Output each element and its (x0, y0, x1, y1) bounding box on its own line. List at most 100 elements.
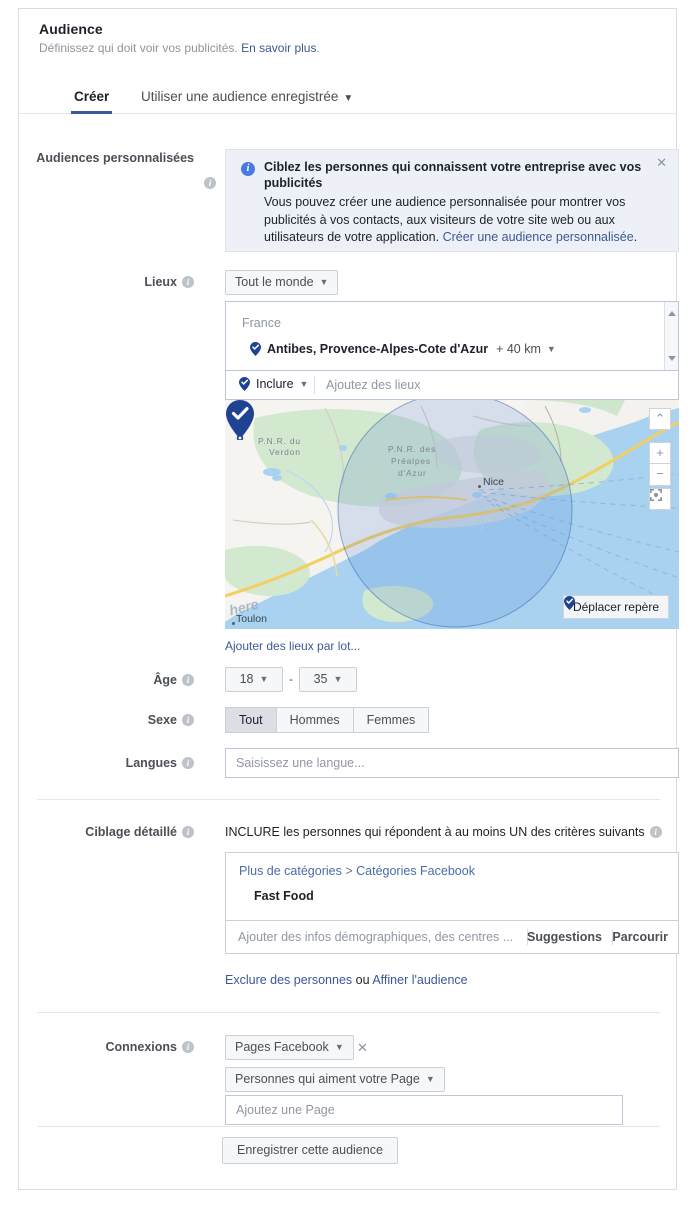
chevron-down-icon: ▼ (334, 1042, 344, 1052)
location-country: France (242, 316, 281, 330)
detailed-targeting-input-row: Ajouter des infos démographiques, des ce… (225, 921, 679, 954)
add-page-input[interactable]: Ajoutez une Page (225, 1095, 623, 1125)
divider (37, 1126, 660, 1127)
chevron-down-icon: ▼ (319, 277, 329, 287)
city-dot-toulon (232, 622, 235, 625)
connections-label: Connexions i (19, 1040, 194, 1054)
age-help-icon[interactable]: i (182, 674, 194, 686)
location-scope-dropdown[interactable]: Tout le monde ▼ (225, 270, 339, 295)
age-max-dropdown[interactable]: 35 ▼ (299, 667, 357, 692)
exclude-people-link[interactable]: Exclure des personnes (225, 973, 352, 987)
custom-audiences-label: Audiences personnalisées (19, 151, 194, 165)
age-label: Âge i (19, 673, 194, 687)
location-pin-icon (250, 342, 261, 356)
detailed-targeting-help-icon[interactable]: i (182, 826, 194, 838)
divider (37, 1012, 660, 1013)
location-map[interactable]: P.N.R. du Verdon P.N.R. des Préalpes d'A… (225, 400, 679, 629)
banner-period: . (633, 230, 638, 244)
map-zoom-in-button[interactable]: + (649, 442, 671, 464)
tab-create[interactable]: Créer (70, 81, 113, 114)
close-icon[interactable]: ✕ (656, 156, 667, 169)
suggestions-button[interactable]: Suggestions (527, 930, 602, 944)
detailed-targeting-label-text: Ciblage détaillé (85, 825, 177, 839)
detailed-targeting-heading-help-icon[interactable]: i (649, 826, 662, 838)
detailed-targeting-selection: Plus de catégories > Catégories Facebook… (225, 852, 679, 921)
gender-option-men[interactable]: Hommes (276, 707, 354, 733)
chevron-down-icon: ▼ (343, 93, 354, 104)
map-recenter-button[interactable] (649, 488, 671, 510)
detailed-targeting-links: Exclure des personnes ou Affiner l'audie… (225, 973, 468, 987)
age-label-text: Âge (153, 673, 177, 687)
plus-icon: + (656, 445, 664, 460)
custom-audiences-label-text: Audiences personnalisées (36, 151, 194, 165)
location-add-row: Inclure ▼ Ajoutez des lieux (225, 371, 679, 400)
page-title: Audience (39, 21, 103, 37)
save-audience-button[interactable]: Enregistrer cette audience (222, 1137, 398, 1164)
subtitle-text: Définissez qui doit voir vos publicités. (39, 41, 238, 55)
targeting-item-fast-food[interactable]: Fast Food (254, 889, 314, 903)
city-dot-nice (478, 485, 481, 488)
detailed-targeting-label: Ciblage détaillé i (19, 825, 194, 839)
location-radius-value: + 40 km (496, 342, 541, 356)
minus-icon: − (656, 466, 664, 481)
create-custom-audience-link[interactable]: Créer une audience personnalisée (443, 230, 634, 244)
languages-input[interactable]: Saisissez une langue... (225, 748, 679, 778)
connection-relation-dropdown[interactable]: Personnes qui aiment votre Page ▼ (225, 1067, 445, 1092)
gender-help-icon[interactable]: i (182, 714, 194, 726)
gender-option-all[interactable]: Tout (225, 707, 277, 733)
map-location-pin-icon[interactable] (225, 400, 255, 440)
fullscreen-icon (650, 489, 662, 501)
category-breadcrumb[interactable]: Plus de catégories > Catégories Facebook (239, 864, 475, 878)
add-location-input[interactable]: Ajoutez des lieux (326, 378, 421, 392)
tab-use-saved-audience[interactable]: Utiliser une audience enregistrée ▼ (141, 81, 353, 113)
breadcrumb-child[interactable]: Catégories Facebook (356, 864, 475, 878)
connections-label-text: Connexions (105, 1040, 177, 1054)
map-collapse-button[interactable]: ⌃ (649, 408, 671, 430)
age-min-dropdown[interactable]: 18 ▼ (225, 667, 283, 692)
custom-audiences-help-icon[interactable]: i (204, 177, 216, 189)
gender-label-text: Sexe (147, 713, 177, 727)
location-radius[interactable]: + 40 km ▼ (496, 342, 556, 356)
gender-option-women[interactable]: Femmes (353, 707, 430, 733)
location-list-item[interactable]: Antibes, Provence-Alpes-Cote d'Azur + 40 … (250, 342, 556, 356)
audience-settings-page: Audience Définissez qui doit voir vos pu… (0, 0, 695, 1208)
move-pin-label: Déplacer repère (572, 600, 659, 614)
remove-connection-icon[interactable]: ✕ (357, 1040, 368, 1056)
audience-tabs: Créer Utiliser une audience enregistrée ▼ (19, 81, 676, 114)
include-mode-dropdown[interactable]: Inclure ▼ (239, 377, 308, 391)
connection-type-label: Pages Facebook (235, 1040, 329, 1054)
banner-title: Ciblez les personnes qui connaissent vot… (264, 160, 642, 190)
locations-scrollbar[interactable] (664, 302, 678, 370)
connection-relation-label: Personnes qui aiment votre Page (235, 1072, 420, 1086)
languages-help-icon[interactable]: i (182, 757, 194, 769)
divider (37, 799, 660, 800)
detailed-targeting-input[interactable]: Ajouter des infos démographiques, des ce… (238, 930, 513, 944)
subtitle-period: . (316, 41, 320, 55)
bulk-add-locations-link[interactable]: Ajouter des lieux par lot... (225, 639, 360, 653)
page-subtitle: Définissez qui doit voir vos publicités.… (39, 41, 676, 55)
breadcrumb-separator: > (345, 864, 353, 878)
breadcrumb-parent[interactable]: Plus de catégories (239, 864, 342, 878)
connections-help-icon[interactable]: i (182, 1041, 194, 1053)
divider (314, 376, 315, 394)
selected-locations-list: France Antibes, Provence-Alpes-Cote d'Az… (225, 301, 679, 371)
detailed-targeting-heading: INCLURE les personnes qui répondent à au… (225, 825, 662, 839)
move-pin-button[interactable]: Déplacer repère (562, 595, 669, 619)
chevron-down-icon: ▼ (546, 344, 556, 354)
locations-help-icon[interactable]: i (182, 276, 194, 288)
chevron-up-icon: ⌃ (654, 411, 666, 426)
include-mode-label: Inclure (256, 377, 294, 391)
or-text: ou (355, 973, 370, 987)
chevron-down-icon: ▼ (259, 674, 269, 684)
detailed-targeting-heading-text: INCLURE les personnes qui répondent à au… (225, 825, 645, 839)
location-pin-icon (563, 596, 575, 610)
map-zoom-out-button[interactable]: − (649, 464, 671, 486)
learn-more-link[interactable]: En savoir plus (241, 41, 316, 55)
connection-type-dropdown[interactable]: Pages Facebook ▼ (225, 1035, 354, 1060)
refine-audience-link[interactable]: Affiner l'audience (372, 973, 467, 987)
age-min-value: 18 (239, 672, 254, 686)
scroll-up-icon[interactable] (668, 311, 676, 316)
browse-button[interactable]: Parcourir (612, 930, 668, 944)
scroll-down-icon[interactable] (668, 356, 676, 361)
chevron-down-icon: ▼ (299, 379, 309, 389)
